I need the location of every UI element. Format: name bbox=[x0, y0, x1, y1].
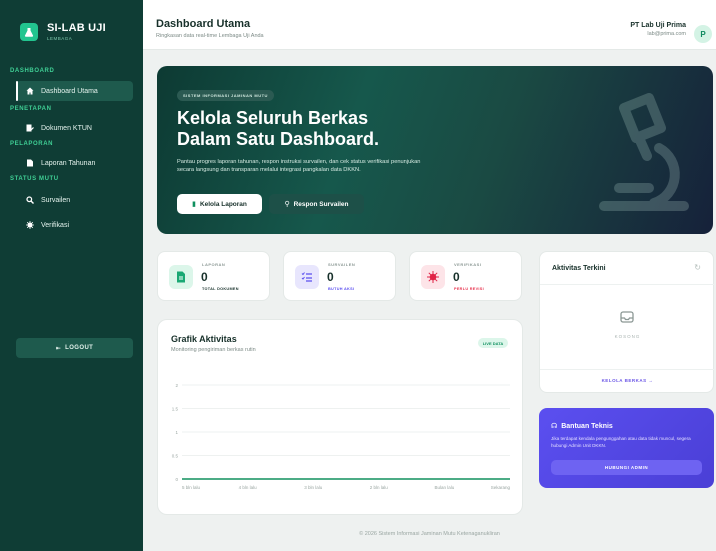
hero-desc-line: Pantau progres laporan tahunan, respon i… bbox=[177, 159, 421, 165]
sidebar-item-label: Laporan Tahunan bbox=[41, 159, 96, 167]
help-description: Jika terdapat kendala pengunggahan atau … bbox=[551, 436, 691, 448]
sidebar-item-verifikasi[interactable]: Verifikasi bbox=[16, 215, 133, 235]
y-tick-label: 2 bbox=[175, 383, 178, 388]
stat-value: 0 bbox=[201, 270, 208, 284]
link-label: KELOLA BERKAS bbox=[601, 378, 647, 383]
hero-title: Kelola Seluruh Berkas Dalam Satu Dashboa… bbox=[177, 108, 437, 150]
contact-admin-button[interactable]: HUBUNGI ADMIN bbox=[551, 460, 702, 475]
sidebar: SI-LAB UJI LEMBAGA DASHBOARD Dashboard U… bbox=[0, 0, 143, 551]
empty-state-label: KOSONG bbox=[614, 334, 641, 339]
logout-button[interactable]: ⇤ LOGOUT bbox=[16, 338, 133, 358]
topbar: Dashboard Utama Ringkasan data real-time… bbox=[143, 0, 716, 50]
search-icon: ⚲ bbox=[284, 201, 290, 208]
virus-icon bbox=[26, 221, 34, 229]
page-subtitle: Ringkasan data real-time Lembaga Uji And… bbox=[156, 33, 264, 39]
microscope-icon bbox=[599, 93, 689, 211]
x-tick-label: 5 bln lalu bbox=[182, 485, 201, 490]
inbox-icon bbox=[620, 311, 634, 323]
section-status-mutu: STATUS MUTU bbox=[10, 176, 59, 182]
sidebar-item-label: Survailen bbox=[41, 196, 71, 204]
button-label: Kelola Laporan bbox=[199, 200, 247, 208]
brand-sub: LEMBAGA bbox=[47, 36, 73, 41]
stat-sub: BUTUH AKSI bbox=[328, 287, 355, 291]
hero-badge: SISTEM INFORMASI JAMINAN MUTU bbox=[177, 90, 274, 101]
divider bbox=[540, 284, 715, 285]
stat-card-laporan[interactable]: LAPORAN 0 TOTAL DOKUMEN bbox=[157, 251, 270, 301]
y-tick-label: 0.5 bbox=[172, 454, 179, 459]
hero-desc-line: secara langsung dan transparan melalui i… bbox=[177, 167, 361, 173]
respon-survailen-button[interactable]: ⚲ Respon Survailen bbox=[269, 194, 364, 214]
refresh-icon[interactable]: ↻ bbox=[694, 263, 701, 272]
virus-icon bbox=[421, 265, 445, 289]
page-title: Dashboard Utama bbox=[156, 18, 251, 30]
sidebar-item-label: Verifikasi bbox=[41, 221, 70, 229]
x-tick-label: 3 bln lalu bbox=[304, 485, 323, 490]
stat-label: VERIFIKASI bbox=[454, 262, 482, 267]
section-pelaporan: PELAPORAN bbox=[10, 141, 54, 147]
y-tick-label: 1 bbox=[175, 430, 178, 435]
help-title: ☊ Bantuan Teknis bbox=[551, 422, 613, 431]
stat-card-verifikasi[interactable]: VERIFIKASI 0 PERLU REVISI bbox=[409, 251, 522, 301]
footer: © 2026 Sistem Informasi Jaminan Mutu Ket… bbox=[359, 531, 500, 537]
stat-card-survailen[interactable]: SURVAILEN 0 BUTUH AKSI bbox=[283, 251, 396, 301]
chart-card: Grafik Aktivitas Monitoring pengiriman b… bbox=[157, 319, 523, 515]
sidebar-item-laporan-tahunan[interactable]: Laporan Tahunan bbox=[16, 153, 133, 173]
section-penetapan: PENETAPAN bbox=[10, 106, 52, 112]
logout-icon: ⇤ bbox=[55, 345, 62, 352]
hero-title-line: Dalam Satu Dashboard. bbox=[177, 129, 380, 149]
stat-sub: PERLU REVISI bbox=[454, 287, 484, 291]
help-title-label: Bantuan Teknis bbox=[561, 422, 613, 430]
sidebar-item-survailen[interactable]: Survailen bbox=[16, 190, 133, 210]
y-tick-label: 1.5 bbox=[172, 407, 179, 412]
x-tick-label: Bulan lalu bbox=[435, 485, 455, 490]
activity-card: Aktivitas Terkini ↻ KOSONG KELOLA BERKAS… bbox=[539, 251, 715, 393]
stat-value: 0 bbox=[453, 270, 460, 284]
section-dashboard: DASHBOARD bbox=[10, 68, 55, 74]
button-label: Respon Survailen bbox=[293, 200, 349, 208]
sidebar-item-dokumen-ktun[interactable]: Dokumen KTUN bbox=[16, 118, 133, 138]
kelola-berkas-link[interactable]: KELOLA BERKAS → bbox=[540, 378, 715, 383]
hero-description: Pantau progres laporan tahunan, respon i… bbox=[177, 158, 517, 174]
logout-label: LOGOUT bbox=[65, 345, 94, 351]
help-card: ☊ Bantuan Teknis Jika terdapat kendala p… bbox=[539, 408, 714, 488]
document-icon bbox=[169, 265, 193, 289]
brand[interactable]: SI-LAB UJI LEMBAGA bbox=[20, 22, 106, 41]
user-name: PT Lab Uji Prima bbox=[630, 22, 686, 29]
user-email: lab@prima.com bbox=[647, 31, 686, 37]
avatar[interactable]: P bbox=[694, 25, 712, 43]
brand-name: SI-LAB UJI bbox=[47, 22, 106, 34]
arrow-right-icon: → bbox=[648, 378, 654, 383]
headset-icon: ☊ bbox=[551, 423, 558, 430]
activity-chart: 0 0.5 1 1.5 2 5 bln lalu 4 bln lalu 3 bln lalu 2… bbox=[172, 383, 511, 490]
file-icon bbox=[26, 159, 34, 167]
stat-label: LAPORAN bbox=[202, 262, 226, 267]
x-tick-label: Sekarang bbox=[491, 485, 511, 490]
stat-value: 0 bbox=[327, 270, 334, 284]
sidebar-item-label: Dashboard Utama bbox=[41, 87, 98, 95]
sidebar-item-dashboard[interactable]: Dashboard Utama bbox=[16, 81, 133, 101]
divider bbox=[540, 369, 715, 370]
file-icon: ▮ bbox=[192, 201, 196, 208]
hero-title-line: Kelola Seluruh Berkas bbox=[177, 108, 369, 128]
home-icon bbox=[26, 87, 34, 95]
x-tick-label: 4 bln lalu bbox=[239, 485, 258, 490]
flask-icon bbox=[20, 22, 38, 41]
document-edit-icon bbox=[26, 124, 34, 132]
sidebar-item-label: Dokumen KTUN bbox=[41, 124, 92, 132]
hero-banner: SISTEM INFORMASI JAMINAN MUTU Kelola Sel… bbox=[157, 66, 713, 234]
kelola-laporan-button[interactable]: ▮ Kelola Laporan bbox=[177, 194, 262, 214]
x-tick-label: 2 bln lalu bbox=[370, 485, 389, 490]
y-tick-label: 0 bbox=[175, 477, 178, 482]
activity-title: Aktivitas Terkini bbox=[552, 265, 606, 272]
stat-label: SURVAILEN bbox=[328, 262, 356, 267]
checklist-icon bbox=[295, 265, 319, 289]
stat-sub: TOTAL DOKUMEN bbox=[202, 287, 239, 291]
search-icon bbox=[26, 196, 34, 204]
